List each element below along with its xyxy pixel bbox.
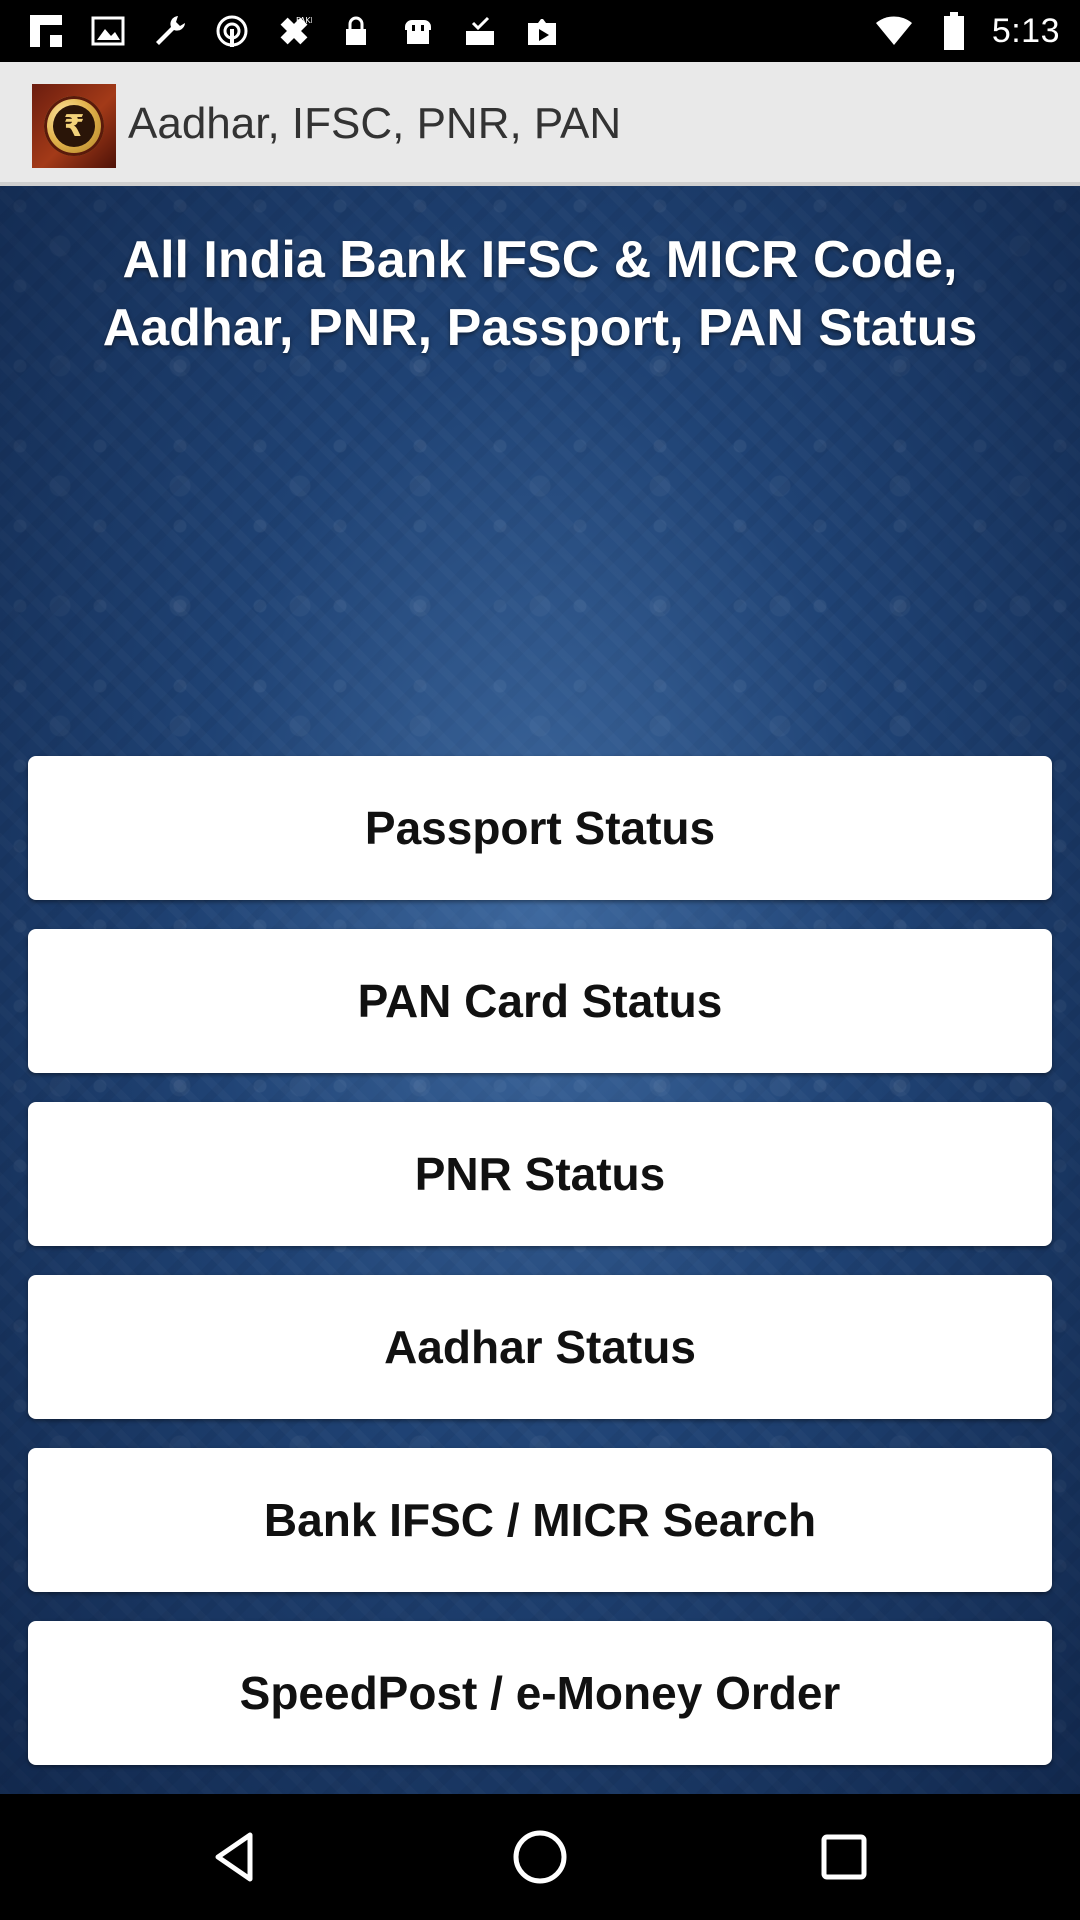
wrench-icon [148, 9, 192, 53]
pan-card-status-button[interactable]: PAN Card Status [28, 929, 1052, 1073]
lock-icon [334, 9, 378, 53]
svg-text:FAKE: FAKE [296, 16, 312, 25]
app-logo-icon: ₹ [32, 84, 116, 168]
screen: FAKE 5:13 [0, 0, 1080, 1920]
home-icon[interactable] [500, 1817, 580, 1897]
bank-ifsc-micr-search-button[interactable]: Bank IFSC / MICR Search [28, 1448, 1052, 1592]
battery-icon [932, 9, 976, 53]
inbox-icon [458, 9, 502, 53]
action-bar: ₹ Aadhar, IFSC, PNR, PAN [0, 62, 1080, 186]
hotspot-icon [210, 9, 254, 53]
fake-gps-icon: FAKE [272, 9, 316, 53]
image-icon [86, 9, 130, 53]
passport-status-button[interactable]: Passport Status [28, 756, 1052, 900]
clock: 5:13 [991, 11, 1060, 50]
play-store-icon [520, 9, 564, 53]
rupee-symbol: ₹ [53, 105, 95, 147]
app-title: Aadhar, IFSC, PNR, PAN [128, 99, 622, 148]
aadhar-status-button[interactable]: Aadhar Status [28, 1275, 1052, 1419]
main-content: All India Bank IFSC & MICR Code, Aadhar,… [0, 186, 1080, 1794]
headline: All India Bank IFSC & MICR Code, Aadhar,… [102, 231, 978, 357]
notification-icons: FAKE [24, 8, 564, 54]
wifi-icon [872, 9, 916, 53]
system-icons: 5:13 [872, 8, 1060, 54]
flipboard-icon [24, 9, 68, 53]
recents-icon[interactable] [804, 1817, 884, 1897]
back-icon[interactable] [196, 1817, 276, 1897]
toast-icon [396, 9, 440, 53]
status-bar: FAKE 5:13 [0, 0, 1080, 62]
navigation-bar [0, 1794, 1080, 1920]
rupee-coin-icon: ₹ [44, 96, 104, 156]
speedpost-emoney-order-button[interactable]: SpeedPost / e-Money Order [28, 1621, 1052, 1765]
pnr-status-button[interactable]: PNR Status [28, 1102, 1052, 1246]
